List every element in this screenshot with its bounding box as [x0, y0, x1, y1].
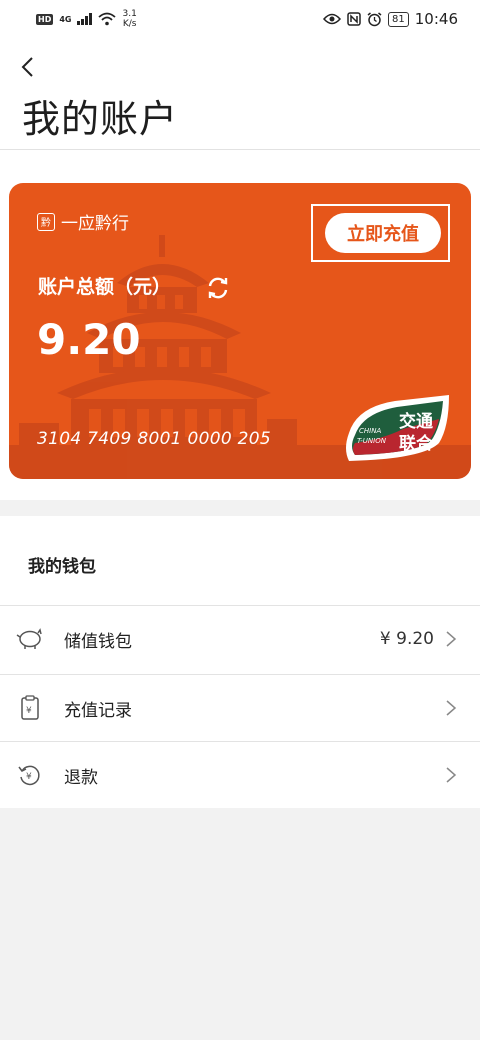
svg-text:¥: ¥ [26, 772, 32, 782]
status-bar: HD 4G 3.1 K/s 81 10:46 [0, 0, 480, 38]
row-label: 储值钱包 [64, 631, 132, 652]
topup-button[interactable]: 立即充值 [325, 213, 441, 253]
row-label: 充值记录 [64, 700, 132, 721]
refund-icon: ¥ [16, 761, 44, 789]
svg-text:CHINA: CHINA [359, 427, 381, 435]
balance-label: 账户总额（元） [38, 276, 172, 298]
transit-card: 黔 一应黔行 立即充值 账户总额（元） 9.20 3104 7409 8001 … [9, 183, 471, 479]
status-right: 81 10:46 [323, 10, 458, 28]
speed-value: 3.1 [122, 9, 137, 19]
svg-text:¥: ¥ [26, 706, 32, 716]
refresh-icon[interactable] [205, 275, 231, 301]
balance-value: 9.20 [37, 315, 141, 364]
brand-name: 一应黔行 [61, 214, 129, 234]
network-speed: 3.1 K/s [122, 9, 136, 29]
brand-mark-icon: 黔 [37, 212, 55, 231]
wallet-section: 我的钱包 储值钱包 ¥ 9.20 ¥ 充值记录 ¥ 退款 [0, 516, 480, 808]
wallet-title: 我的钱包 [28, 557, 96, 577]
nfc-icon [347, 12, 361, 26]
chevron-right-icon [446, 700, 457, 716]
card-number: 3104 7409 8001 0000 205 [37, 429, 272, 449]
piggy-bank-icon [16, 625, 44, 653]
alarm-icon [367, 11, 382, 26]
wifi-icon [98, 12, 117, 26]
stored-value-wallet-row[interactable]: 储值钱包 ¥ 9.20 [0, 605, 480, 672]
chevron-right-icon [446, 631, 457, 647]
page-header: 我的账户 [0, 38, 480, 150]
signal-icon [77, 13, 93, 25]
topup-history-row[interactable]: ¥ 充值记录 [0, 674, 480, 741]
svg-text:交通: 交通 [399, 411, 433, 432]
card-section: 黔 一应黔行 立即充值 账户总额（元） 9.20 3104 7409 8001 … [0, 150, 480, 500]
row-label: 退款 [64, 767, 98, 788]
page-title: 我的账户 [22, 97, 179, 141]
status-left: HD 4G 3.1 K/s [36, 9, 137, 29]
back-button[interactable] [12, 52, 42, 82]
chevron-left-icon [21, 57, 33, 77]
network-type: 4G [59, 14, 72, 24]
hd-badge: HD [36, 13, 54, 25]
wallet-balance: ¥ 9.20 [379, 629, 434, 649]
china-t-union-logo: 交通 联合 CHINA T-UNION [346, 395, 449, 461]
refund-row[interactable]: ¥ 退款 [0, 741, 480, 808]
chevron-right-icon [446, 767, 457, 783]
svg-text:T-UNION: T-UNION [357, 437, 387, 445]
brand-logo: 黔 一应黔行 [37, 209, 129, 234]
battery-indicator: 81 [388, 11, 409, 27]
svg-text:联合: 联合 [399, 433, 434, 454]
clock: 10:46 [414, 10, 458, 28]
speed-unit: K/s [122, 19, 137, 29]
eye-icon [323, 13, 342, 25]
receipt-icon: ¥ [16, 694, 44, 722]
